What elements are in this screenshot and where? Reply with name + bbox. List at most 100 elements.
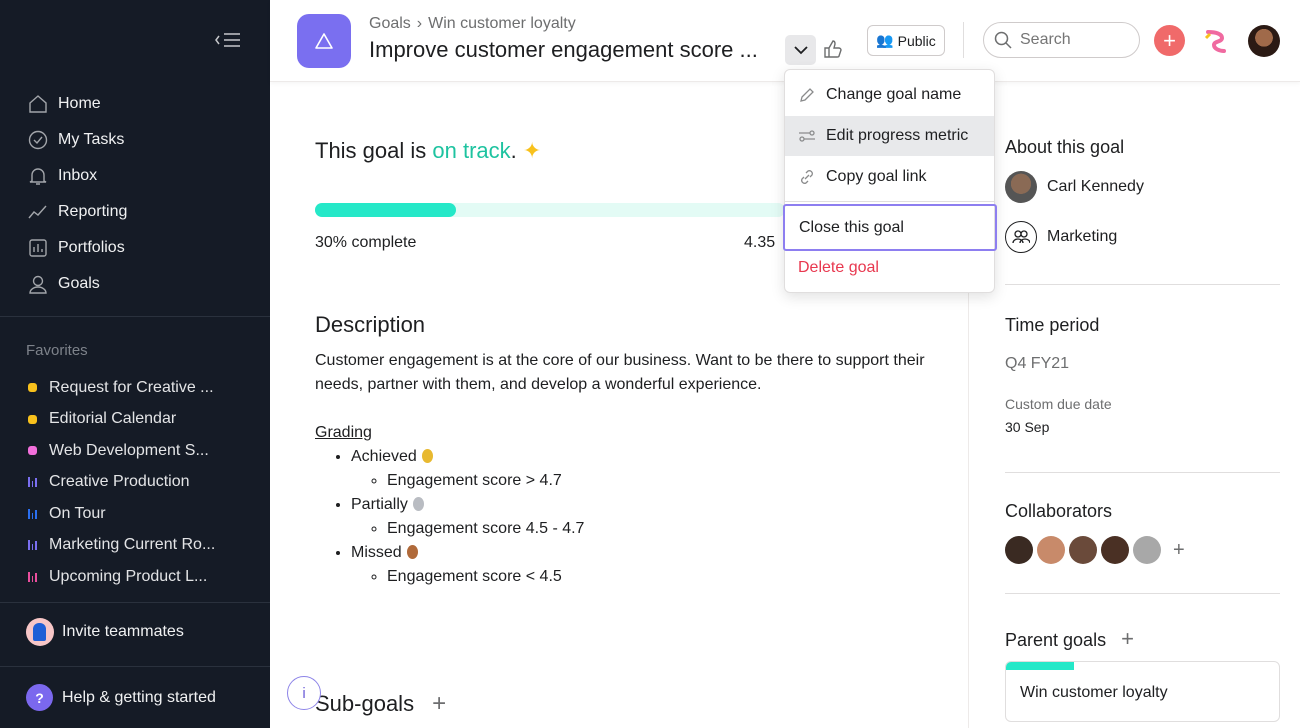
menu-item-label: Change goal name: [826, 86, 962, 103]
portfolio-bars-icon: [28, 477, 38, 488]
add-collaborator-button[interactable]: +: [1173, 539, 1185, 562]
menu-item-change-goal-name[interactable]: Change goal name: [785, 75, 994, 115]
favorite-item[interactable]: Editorial Calendar: [0, 404, 270, 436]
menu-divider: [785, 201, 994, 202]
collaborator-avatar[interactable]: [1101, 536, 1129, 564]
link-icon: [801, 170, 813, 184]
add-parent-goal-button[interactable]: +: [1121, 626, 1134, 651]
menu-item-close-goal[interactable]: Close this goal: [783, 204, 997, 251]
divider: [0, 316, 270, 317]
bronze-medal-icon: [406, 545, 418, 559]
invite-avatar-icon: [26, 618, 54, 646]
sidebar-item-inbox[interactable]: Inbox: [0, 158, 270, 194]
favorite-item[interactable]: Upcoming Product L...: [0, 561, 270, 593]
collapse-sidebar-icon[interactable]: [214, 30, 242, 50]
grade-label: Partially: [351, 496, 408, 513]
goal-options-button[interactable]: [785, 35, 816, 65]
invite-teammates-button[interactable]: Invite teammates: [26, 618, 184, 646]
progress-bar: [315, 203, 785, 217]
portfolio-bars-icon: [28, 571, 38, 582]
favorite-item[interactable]: Creative Production: [0, 467, 270, 499]
user-avatar[interactable]: [1248, 25, 1280, 57]
collaborator-avatar[interactable]: [1069, 536, 1097, 564]
silver-medal-icon: [412, 497, 424, 511]
about-heading: About this goal: [1005, 137, 1125, 157]
goal-owner[interactable]: Carl Kennedy: [1005, 171, 1144, 203]
sidebar-nav: Home My Tasks Inbox Reporting Portfolios…: [0, 86, 270, 302]
thumbs-up-icon: [824, 40, 842, 58]
pencil-icon: [800, 88, 814, 102]
sidebar-item-goals[interactable]: Goals: [0, 266, 270, 302]
collaborator-avatar[interactable]: [1037, 536, 1065, 564]
chevron-down-icon: [793, 45, 808, 54]
progress-label: 30% complete: [315, 234, 417, 251]
portfolio-bars-icon: [28, 508, 38, 519]
sidebar-item-home[interactable]: Home: [0, 86, 270, 122]
parent-goals-title: Parent goals: [1005, 630, 1107, 650]
breadcrumb: Goals › Win customer loyalty: [369, 15, 582, 33]
favorites-title: Favorites: [26, 342, 88, 359]
goal-team[interactable]: Marketing: [1005, 221, 1117, 253]
divider: [0, 666, 270, 667]
owner-avatar: [1005, 171, 1037, 203]
sidebar-item-reporting[interactable]: Reporting: [0, 194, 270, 230]
menu-item-edit-progress-metric[interactable]: Edit progress metric: [785, 116, 994, 156]
grading-title: Grading: [315, 424, 372, 441]
collaborator-avatar[interactable]: [1133, 536, 1161, 564]
sidebar-item-label: My Tasks: [58, 131, 125, 148]
menu-item-label: Edit progress metric: [826, 127, 969, 144]
search-bar[interactable]: [983, 22, 1140, 58]
search-icon: [994, 31, 1012, 49]
goal-options-menu: Change goal name Edit progress metric Co…: [783, 69, 997, 293]
parent-goal-card[interactable]: Win customer loyalty: [1005, 661, 1280, 722]
divider: [1005, 593, 1280, 594]
favorite-label: Web Development S...: [49, 441, 209, 459]
chevron-right-icon: ›: [416, 15, 423, 32]
menu-item-label: Delete goal: [798, 259, 879, 276]
favorite-item[interactable]: Web Development S...: [0, 435, 270, 467]
page-title[interactable]: Improve customer engagement score ...: [369, 37, 758, 63]
favorite-item[interactable]: Marketing Current Ro...: [0, 530, 270, 562]
owner-name: Carl Kennedy: [1047, 178, 1144, 195]
team-icon: [1005, 221, 1037, 253]
sparkles-icon: ✦: [522, 138, 542, 163]
due-date-label: Custom due date: [1005, 396, 1112, 412]
menu-item-delete-goal[interactable]: Delete goal: [785, 248, 994, 288]
favorite-item[interactable]: On Tour: [0, 498, 270, 530]
search-input[interactable]: [1020, 31, 1130, 49]
sidebar-item-my-tasks[interactable]: My Tasks: [0, 122, 270, 158]
grade-criterion: Engagement score > 4.7: [387, 469, 935, 493]
portfolio-icon: [29, 239, 47, 257]
parent-goals-heading: Parent goals +: [1005, 626, 1134, 652]
grade-label: Missed: [351, 544, 402, 561]
sidebar-item-portfolios[interactable]: Portfolios: [0, 230, 270, 266]
asana-logo-icon[interactable]: [1202, 28, 1228, 59]
person-icon: [29, 275, 47, 294]
favorite-label: Marketing Current Ro...: [49, 536, 216, 554]
add-subgoal-button[interactable]: +: [432, 690, 446, 718]
menu-item-label: Copy goal link: [826, 168, 927, 185]
quick-add-button[interactable]: +: [1154, 25, 1185, 56]
breadcrumb-goals[interactable]: Goals: [369, 15, 411, 32]
help-icon: ?: [26, 684, 53, 711]
grade-item: Missed Engagement score < 4.5: [351, 541, 935, 589]
portfolio-bars-icon: [28, 540, 38, 551]
help-button[interactable]: ? Help & getting started: [26, 684, 216, 711]
people-icon: 👥: [876, 32, 894, 48]
collaborator-avatar[interactable]: [1005, 536, 1033, 564]
status-suffix: .: [510, 138, 517, 163]
like-button[interactable]: [823, 39, 843, 64]
team-name: Marketing: [1047, 228, 1118, 245]
time-period-value[interactable]: Q4 FY21: [1005, 355, 1069, 373]
sidebar-item-label: Reporting: [58, 203, 128, 220]
breadcrumb-parent-goal[interactable]: Win customer loyalty: [428, 15, 576, 32]
description-body[interactable]: Customer engagement is at the core of ou…: [315, 349, 935, 589]
favorite-item[interactable]: Request for Creative ...: [0, 372, 270, 404]
due-date-value[interactable]: 30 Sep: [1005, 419, 1049, 435]
info-icon[interactable]: i: [287, 676, 321, 710]
privacy-button[interactable]: 👥 Public: [867, 25, 945, 56]
divider: [963, 22, 964, 58]
subgoals-title: Sub-goals: [315, 691, 415, 716]
project-color-dot-icon: [28, 383, 37, 393]
menu-item-copy-goal-link[interactable]: Copy goal link: [785, 157, 994, 197]
